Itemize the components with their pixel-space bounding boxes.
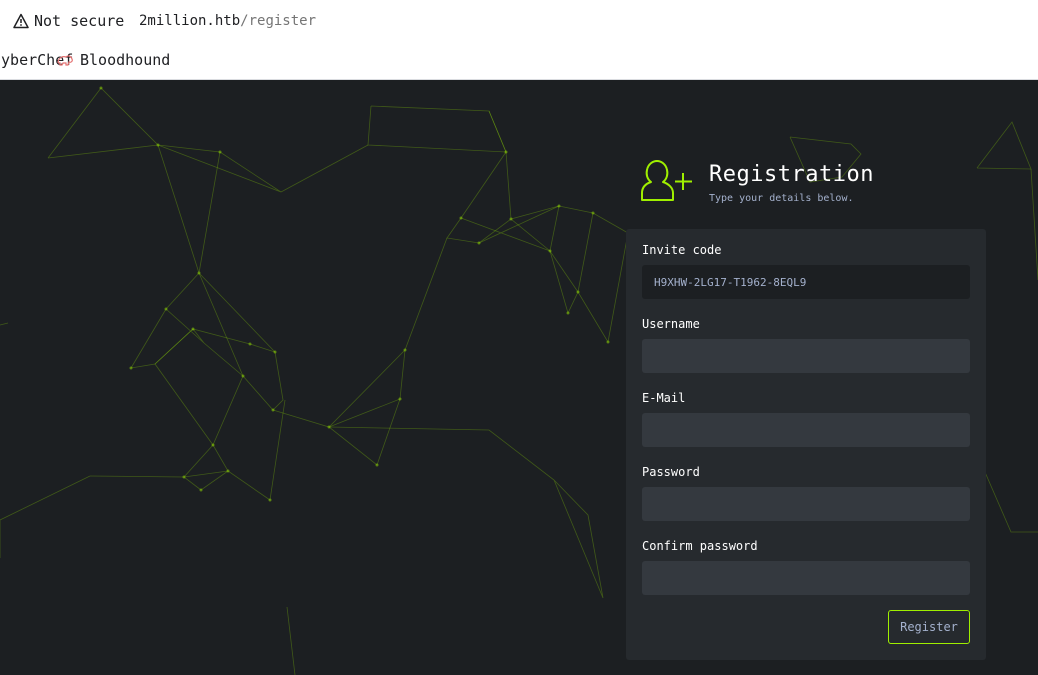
username-input[interactable] <box>642 339 970 373</box>
page-subtitle: Type your details below. <box>709 193 854 204</box>
registration-page: Registration Type your details below. In… <box>0 80 1038 675</box>
bookmark-label: Bloodhound <box>80 51 171 69</box>
url-path: /register <box>240 13 317 29</box>
url-host: 2million.htb <box>139 13 241 29</box>
confirm-password-input[interactable] <box>642 561 970 595</box>
address-bar: Not secure 2million.htb/register <box>0 0 1038 44</box>
bloodhound-icon <box>57 55 73 66</box>
invite-code-input[interactable] <box>642 265 970 299</box>
warning-icon <box>13 13 29 29</box>
url-field[interactable]: 2million.htb/register <box>139 13 316 29</box>
bookmarks-bar: CyberChef Bloodhound <box>0 44 1038 80</box>
invite-code-label: Invite code <box>642 243 722 257</box>
bookmark-bloodhound[interactable]: Bloodhound <box>56 51 170 69</box>
register-button[interactable]: Register <box>888 610 970 644</box>
security-indicator[interactable]: Not secure <box>13 12 124 30</box>
add-user-icon <box>641 160 692 201</box>
confirm-password-label: Confirm password <box>642 539 758 553</box>
security-label: Not secure <box>34 12 125 30</box>
registration-form: Invite code Username E-Mail Password Con… <box>626 229 986 660</box>
page-title: Registration <box>709 162 874 187</box>
password-label: Password <box>642 465 700 479</box>
email-label: E-Mail <box>642 391 686 405</box>
username-label: Username <box>642 317 700 331</box>
email-input[interactable] <box>642 413 970 447</box>
password-input[interactable] <box>642 487 970 521</box>
